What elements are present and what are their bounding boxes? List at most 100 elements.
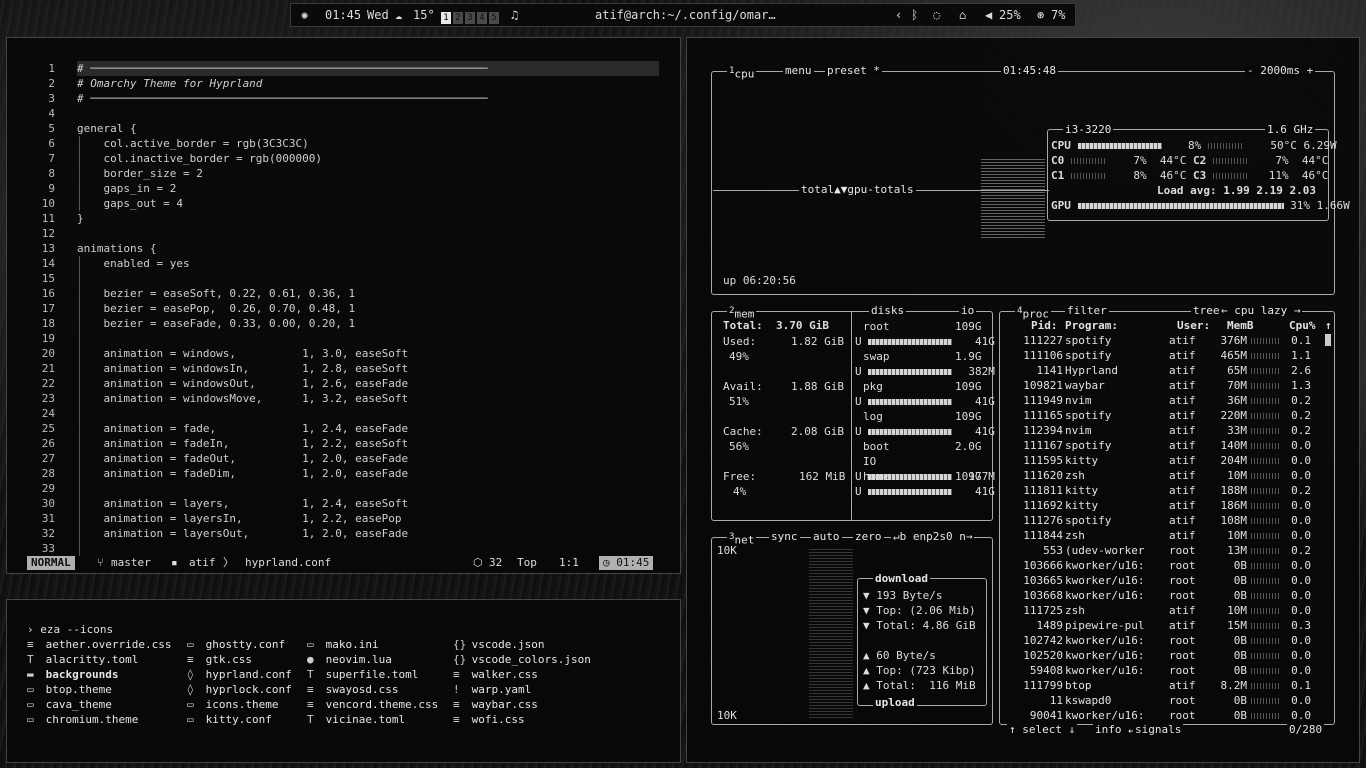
disk-usage-row: U 41G bbox=[855, 485, 995, 498]
proc-user: atif bbox=[1169, 409, 1196, 422]
header-user[interactable]: User: bbox=[1177, 318, 1210, 333]
process-row[interactable]: 553 (udev-worker root 13M 0.2 bbox=[999, 543, 1335, 558]
process-row[interactable]: 103666 kworker/u16: root 0B 0.0 bbox=[999, 558, 1335, 573]
file-entry: T alacritty.toml bbox=[27, 652, 138, 667]
bluetooth-icon[interactable]: ᛒ bbox=[911, 8, 918, 22]
hidden-eye-icon[interactable]: ◌ bbox=[933, 8, 940, 22]
process-row[interactable]: 111844 zsh atif 10M 0.0 bbox=[999, 528, 1335, 543]
workspace-button[interactable]: 2 bbox=[453, 12, 463, 24]
line-text: animation = fadeOut, 1, 2.0, easeFade bbox=[77, 452, 409, 465]
process-row[interactable]: 1141 Hyprland atif 65M 2.6 bbox=[999, 363, 1335, 378]
process-row[interactable]: 59408 kworker/u16: root 0B 0.0 bbox=[999, 663, 1335, 678]
process-row[interactable]: 109821 waybar atif 70M 1.3 bbox=[999, 378, 1335, 393]
network-icon[interactable]: ⌂ bbox=[959, 8, 966, 22]
disk-header[interactable]: pkg bbox=[863, 379, 883, 394]
scroll-up-icon[interactable]: ↑ bbox=[1325, 318, 1332, 333]
process-row[interactable]: 102742 kworker/u16: root 0B 0.0 bbox=[999, 633, 1335, 648]
tray-expand-icon[interactable]: ‹ bbox=[895, 8, 902, 22]
process-row[interactable]: 112394 nvim atif 33M 0.2 bbox=[999, 423, 1335, 438]
cpu-icon[interactable]: ⊛ bbox=[1037, 8, 1044, 22]
workspace-button[interactable]: 3 bbox=[465, 12, 475, 24]
download-total-value: Total: 4.86 GiB bbox=[876, 619, 976, 632]
disk-header[interactable]: log bbox=[863, 409, 883, 424]
workspace-button[interactable]: 5 bbox=[489, 12, 499, 24]
header-program[interactable]: Program: bbox=[1065, 318, 1118, 333]
header-mem[interactable]: MemB bbox=[1227, 318, 1254, 333]
file-icon: ≡ bbox=[453, 698, 460, 711]
headphones-icon[interactable]: ♫ bbox=[511, 8, 518, 22]
process-row[interactable]: 111167 spotify atif 140M 0.0 bbox=[999, 438, 1335, 453]
process-row[interactable]: 102520 kworker/u16: root 0B 0.0 bbox=[999, 648, 1335, 663]
proc-signals-hint[interactable]: signals bbox=[1133, 724, 1184, 736]
proc-cpu-graph bbox=[1251, 563, 1281, 569]
volume-icon[interactable]: ◀ bbox=[985, 8, 992, 22]
process-row[interactable]: 111276 spotify atif 108M 0.0 bbox=[999, 513, 1335, 528]
cpu-level[interactable]: 7% bbox=[1051, 8, 1065, 22]
volume-level[interactable]: 25% bbox=[999, 8, 1021, 22]
io-title[interactable]: io bbox=[959, 305, 977, 317]
proc-tree-button[interactable]: tree bbox=[1191, 305, 1222, 317]
process-row[interactable]: 111165 spotify atif 220M 0.2 bbox=[999, 408, 1335, 423]
btop-monitor[interactable]: 1cpu menu preset * 01:45:48 - 2000ms + t… bbox=[686, 37, 1360, 763]
process-row[interactable]: 90041 kworker/u16: root 0B 0.0 bbox=[999, 708, 1335, 723]
proc-program: (udev-worker bbox=[1065, 544, 1145, 557]
proc-cpu: 0.0 bbox=[1291, 589, 1311, 602]
disks-title[interactable]: disks bbox=[869, 305, 907, 317]
process-row[interactable]: 111595 kitty atif 204M 0.0 bbox=[999, 453, 1335, 468]
arch-logo-icon[interactable]: ✺ bbox=[301, 8, 308, 22]
proc-pid: 111276 bbox=[1023, 514, 1063, 527]
process-row[interactable]: 111692 kitty atif 186M 0.0 bbox=[999, 498, 1335, 513]
process-row[interactable]: 111227 spotify atif 376M 0.1 bbox=[999, 333, 1335, 348]
proc-scrollbar[interactable] bbox=[1325, 334, 1331, 346]
net-zero-button[interactable]: zero bbox=[853, 531, 884, 543]
process-row[interactable]: 111949 nvim atif 36M 0.2 bbox=[999, 393, 1335, 408]
line-number: 21 bbox=[41, 362, 55, 375]
process-row[interactable]: 111799 btop atif 8.2M 0.1 bbox=[999, 678, 1335, 693]
proc-cpu: 0.3 bbox=[1291, 619, 1311, 632]
proc-info-hint[interactable]: info ↵ bbox=[1093, 724, 1137, 736]
process-row[interactable]: 111106 spotify atif 465M 1.1 bbox=[999, 348, 1335, 363]
process-row[interactable]: 111620 zsh atif 10M 0.0 bbox=[999, 468, 1335, 483]
file-name: wofi.css bbox=[471, 713, 525, 726]
folder-icon: ▬ bbox=[27, 668, 34, 681]
proc-select-hint[interactable]: ↑ select ↓ bbox=[1007, 724, 1078, 736]
workspace-button[interactable]: 1 bbox=[441, 12, 451, 24]
process-row[interactable]: 111811 kitty atif 188M 0.2 bbox=[999, 483, 1335, 498]
neovim-editor[interactable]: 1 # ─────────────────────────────────────… bbox=[6, 37, 681, 574]
disk-header[interactable]: boot bbox=[863, 439, 890, 454]
proc-cpu-graph bbox=[1251, 338, 1281, 344]
process-row[interactable]: 11 kswapd0 root 0B 0.0 bbox=[999, 693, 1335, 708]
terminal-window[interactable]: › eza --icons ≡ aether.override.css T ala… bbox=[6, 599, 681, 763]
workspace-button[interactable]: 4 bbox=[477, 12, 487, 24]
cpu-preset-button[interactable]: preset * bbox=[825, 65, 882, 77]
load-average: Load avg: 1.99 2.19 2.03 bbox=[1157, 184, 1316, 197]
process-row[interactable]: 111725 zsh atif 10M 0.0 bbox=[999, 603, 1335, 618]
file-name: superfile.toml bbox=[325, 668, 419, 681]
proc-program: spotify bbox=[1065, 349, 1112, 362]
line-number: 23 bbox=[41, 392, 55, 405]
net-auto-button[interactable]: auto bbox=[811, 531, 842, 543]
line-text: animation = windows, 1, 3.0, easeSoft bbox=[77, 347, 409, 360]
header-pid[interactable]: Pid: bbox=[1031, 318, 1058, 333]
disk-header[interactable]: swap bbox=[863, 349, 890, 364]
header-cpu[interactable]: Cpu% bbox=[1289, 318, 1316, 333]
disk-used: 41G bbox=[975, 485, 995, 498]
cpu-box-title[interactable]: 1cpu bbox=[727, 65, 757, 81]
update-interval[interactable]: - 2000ms + bbox=[1245, 65, 1316, 77]
process-row[interactable]: 1489 pipewire-pul atif 15M 0.3 bbox=[999, 618, 1335, 633]
process-row[interactable]: 103668 kworker/u16: root 0B 0.0 bbox=[999, 588, 1335, 603]
disk-header[interactable]: root bbox=[863, 319, 890, 334]
disk-header[interactable]: home bbox=[863, 469, 890, 484]
proc-mem: 15M bbox=[1227, 619, 1247, 632]
cpu-menu-button[interactable]: menu bbox=[783, 65, 814, 77]
net-interface[interactable]: ↵b enp2s0 n→ bbox=[891, 531, 975, 543]
process-row[interactable]: 103665 kworker/u16: root 0B 0.0 bbox=[999, 573, 1335, 588]
clock-time[interactable]: 01:45 bbox=[325, 8, 361, 22]
proc-sort-selector[interactable]: ← cpu lazy → bbox=[1219, 305, 1303, 317]
net-sync-button[interactable]: sync bbox=[769, 531, 800, 543]
proc-filter-button[interactable]: filter bbox=[1065, 305, 1109, 317]
cpu-graph-label[interactable]: total▲▼gpu-totals bbox=[799, 184, 916, 196]
file-entry: ▭ ghostty.conf bbox=[187, 637, 285, 652]
file-icon: T bbox=[307, 713, 314, 726]
weather-temp[interactable]: 15° bbox=[413, 8, 435, 22]
